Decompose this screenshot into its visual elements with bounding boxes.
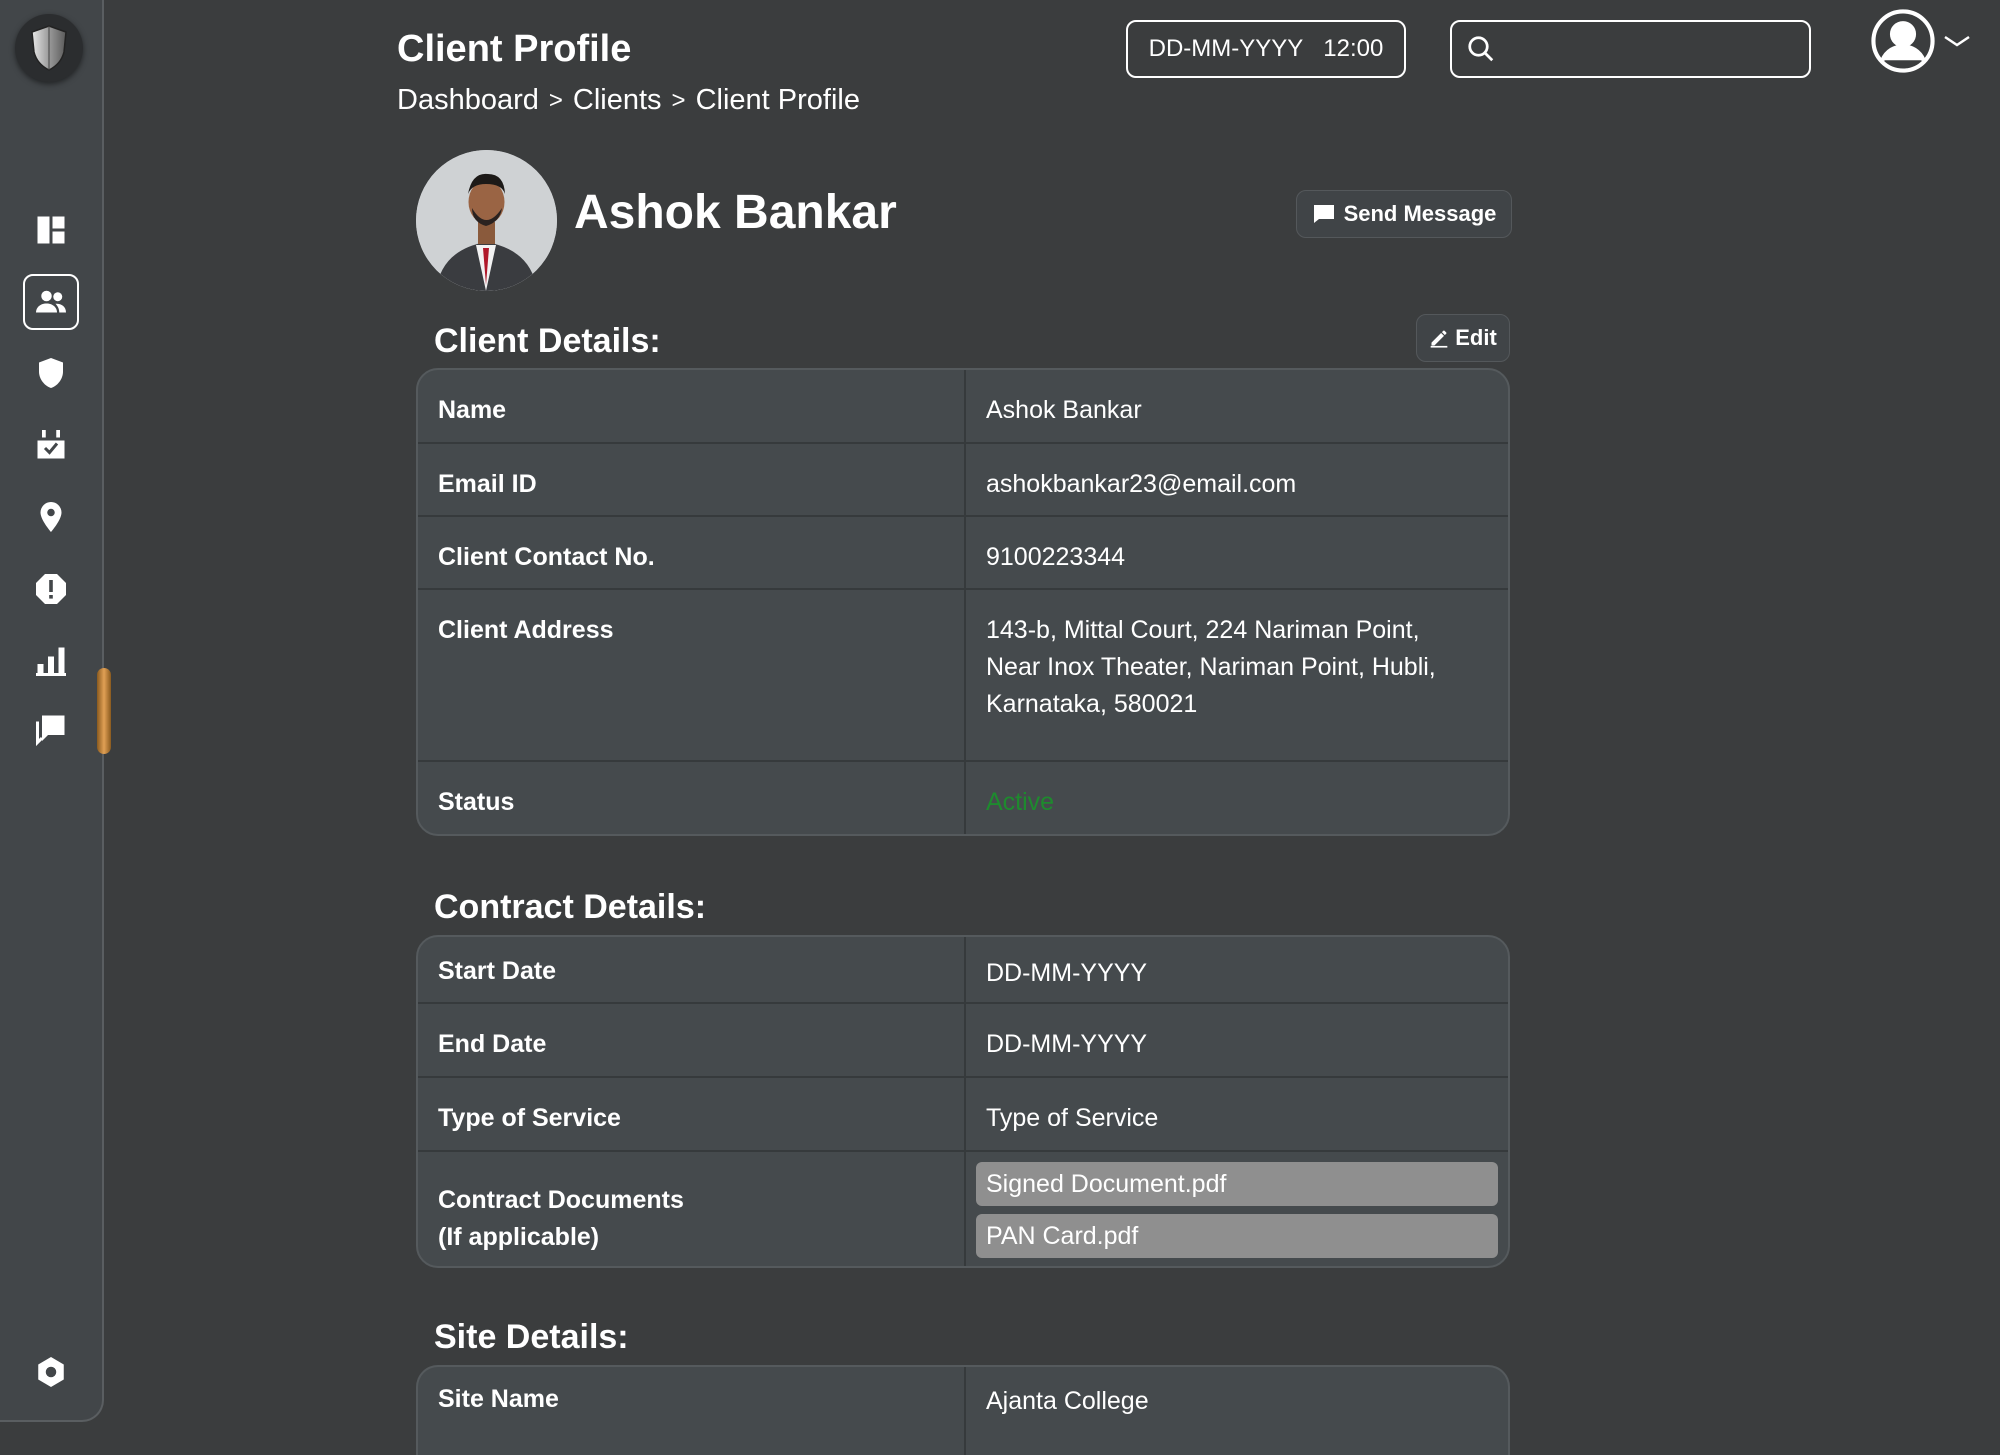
sidebar-scroll-handle[interactable]	[97, 668, 111, 754]
map-pin-icon	[40, 502, 62, 532]
site-details-table: Site Name Ajanta College	[416, 1365, 1510, 1455]
breadcrumb: Dashboard > Clients > Client Profile	[397, 84, 860, 117]
alert-octagon-icon	[36, 574, 66, 604]
sidebar-item-dashboard[interactable]	[23, 202, 79, 258]
table-row: Client Address 143-b, Mittal Court, 224 …	[418, 590, 1508, 762]
table-row: Site Name Ajanta College	[418, 1367, 1508, 1455]
row-label-line: Contract Documents	[438, 1186, 684, 1214]
page-title: Client Profile	[397, 28, 632, 70]
sidebar-item-clients[interactable]	[23, 274, 79, 330]
search-icon	[1468, 36, 1494, 62]
send-message-label: Send Message	[1343, 201, 1497, 226]
row-value: Ashok Bankar	[986, 396, 1142, 424]
row-value: Type of Service	[986, 1104, 1159, 1132]
breadcrumb-dashboard[interactable]: Dashboard	[397, 84, 539, 117]
shield-logo-icon[interactable]	[15, 14, 83, 82]
documents-list: Signed Document.pdf PAN Card.pdf	[966, 1152, 1508, 1266]
sidebar-item-messages[interactable]	[23, 701, 79, 757]
breadcrumb-separator: >	[671, 86, 686, 114]
row-label: Status	[418, 762, 966, 834]
row-label: Type of Service	[418, 1078, 966, 1150]
time-text: 12:00	[1323, 35, 1384, 62]
chevron-down-icon	[1944, 35, 1970, 47]
table-row: Name Ashok Bankar	[418, 370, 1508, 444]
client-details-table: Name Ashok Bankar Email ID ashokbankar23…	[416, 368, 1510, 836]
calendar-check-icon	[37, 430, 65, 459]
chat-icon	[36, 715, 65, 747]
send-message-button[interactable]: Send Message	[1296, 190, 1512, 238]
row-value: DD-MM-YYYY	[986, 959, 1148, 987]
row-label: End Date	[418, 1004, 966, 1076]
sidebar-item-calendar[interactable]	[23, 417, 79, 473]
row-value: ashokbankar23@email.com	[986, 470, 1297, 498]
row-value: DD-MM-YYYY	[986, 1030, 1148, 1058]
bar-chart-icon	[36, 647, 66, 676]
status-badge: Active	[986, 788, 1055, 816]
row-label: Contract Documents (If applicable)	[418, 1152, 966, 1266]
dashboard-icon	[37, 216, 65, 244]
document-link[interactable]: PAN Card.pdf	[976, 1214, 1498, 1258]
row-value: 9100223344	[986, 543, 1126, 571]
settings-icon	[38, 1357, 64, 1387]
document-link[interactable]: Signed Document.pdf	[976, 1162, 1498, 1206]
row-label: Start Date	[418, 937, 966, 1002]
row-label: Name	[418, 370, 966, 442]
message-icon	[1313, 205, 1334, 223]
date-text: DD-MM-YYYY	[1148, 35, 1304, 62]
breadcrumb-separator: >	[548, 86, 563, 114]
sidebar-item-security[interactable]	[23, 345, 79, 401]
site-details-title: Site Details:	[434, 1318, 629, 1356]
client-details-title: Client Details:	[434, 322, 661, 360]
table-row: Type of Service Type of Service	[418, 1078, 1508, 1152]
row-label-line: (If applicable)	[438, 1223, 600, 1251]
contract-details-title: Contract Details:	[434, 888, 707, 926]
table-row: Contract Documents (If applicable) Signe…	[418, 1152, 1508, 1266]
row-label: Site Name	[418, 1367, 966, 1455]
sidebar-item-locations[interactable]	[23, 489, 79, 545]
sidebar-item-reports[interactable]	[23, 633, 79, 689]
sidebar-item-settings[interactable]	[23, 1344, 79, 1400]
datetime-display: DD-MM-YYYY 12:00	[1126, 20, 1406, 78]
edit-button[interactable]: Edit	[1416, 314, 1510, 362]
table-row: Email ID ashokbankar23@email.com	[418, 444, 1508, 517]
breadcrumb-clients[interactable]: Clients	[573, 84, 662, 117]
sidebar	[0, 0, 111, 1422]
client-avatar	[416, 150, 557, 291]
table-row: Start Date DD-MM-YYYY	[418, 937, 1508, 1004]
row-label: Email ID	[418, 444, 966, 515]
user-avatar-icon	[1871, 9, 1935, 73]
sidebar-item-alerts[interactable]	[23, 561, 79, 617]
table-row: End Date DD-MM-YYYY	[418, 1004, 1508, 1078]
search-bar[interactable]	[1450, 20, 1811, 78]
row-value: Ajanta College	[986, 1387, 1149, 1415]
user-menu[interactable]	[1870, 8, 1972, 74]
contract-details-table: Start Date DD-MM-YYYY End Date DD-MM-YYY…	[416, 935, 1510, 1268]
client-name-heading: Ashok Bankar	[574, 186, 897, 239]
users-icon	[36, 290, 66, 313]
row-label: Client Contact No.	[418, 517, 966, 588]
table-row: Status Active	[418, 762, 1508, 834]
table-row: Client Contact No. 9100223344	[418, 517, 1508, 590]
edit-label: Edit	[1455, 325, 1497, 350]
shield-icon	[39, 358, 63, 388]
row-value: 143-b, Mittal Court, 224 Nariman Point, …	[986, 616, 1436, 718]
breadcrumb-current: Client Profile	[695, 84, 860, 116]
search-input[interactable]	[1506, 35, 1796, 63]
pencil-icon	[1430, 330, 1448, 348]
row-label: Client Address	[418, 590, 966, 760]
